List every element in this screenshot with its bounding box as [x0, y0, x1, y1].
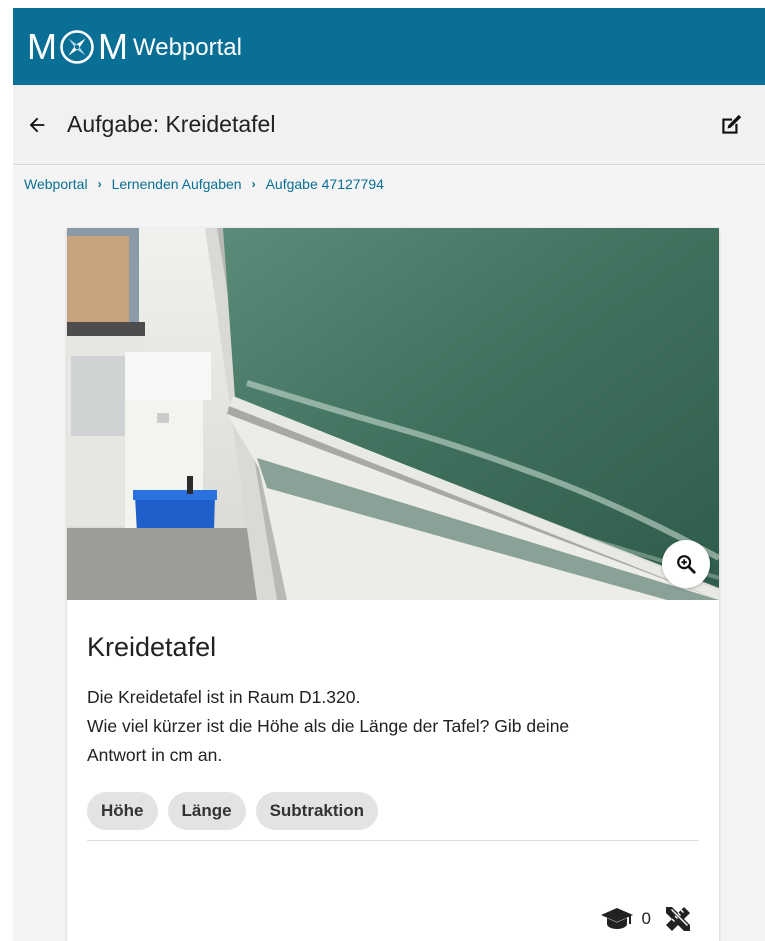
compass-icon: [60, 29, 94, 64]
tag-laenge[interactable]: Länge: [167, 792, 246, 830]
task-title: Kreidetafel: [87, 632, 217, 662]
chevron-right-icon: ›: [97, 177, 102, 191]
page-title: Aufgabe: Kreidetafel: [67, 111, 276, 137]
chalkboard-photo: [67, 228, 719, 600]
card-body: Kreidetafel Die Kreidetafel ist in Raum …: [67, 632, 719, 841]
divider: [87, 840, 699, 841]
title-bar: Aufgabe: Kreidetafel: [13, 85, 765, 165]
breadcrumb: Webportal › Lernenden Aufgaben › Aufgabe…: [13, 165, 765, 203]
logo-letter-m-right: M: [98, 25, 128, 67]
app-bar: M M Webportal: [13, 8, 765, 85]
edit-icon: [722, 114, 742, 134]
tag-hoehe[interactable]: Höhe: [87, 792, 158, 830]
card-footer: 0: [600, 904, 693, 934]
graduation-cap-icon: [600, 908, 633, 929]
tag-list: Höhe Länge Subtraktion: [87, 792, 699, 830]
description-line: Antwort in cm an.: [87, 745, 223, 765]
tag-subtraktion[interactable]: Subtraktion: [255, 792, 379, 830]
edit-button[interactable]: [717, 111, 745, 139]
breadcrumb-aufgabe[interactable]: Aufgabe 47127794: [266, 176, 384, 192]
task-description: Die Kreidetafel ist in Raum D1.320. Wie …: [87, 683, 699, 770]
app-frame: M M Webportal Aufgabe: Kreidetafel Webpo…: [13, 8, 765, 941]
chevron-right-icon: ›: [251, 177, 256, 191]
breadcrumb-lernenden-aufgaben[interactable]: Lernenden Aufgaben: [112, 176, 242, 192]
back-button[interactable]: [23, 111, 51, 139]
logo-letter-m-left: M: [27, 25, 57, 67]
zoom-in-icon: [677, 555, 696, 574]
arrow-left-icon: [29, 117, 45, 132]
breadcrumb-webportal[interactable]: Webportal: [24, 176, 88, 192]
ruler-pencil-icon[interactable]: [663, 904, 693, 934]
task-photo[interactable]: [67, 228, 719, 600]
task-card: Kreidetafel Die Kreidetafel ist in Raum …: [67, 228, 719, 941]
zoom-button[interactable]: [662, 540, 710, 588]
solved-count: 0: [641, 909, 651, 928]
description-line: Wie viel kürzer ist die Höhe als die Län…: [87, 716, 570, 736]
mcm-logo[interactable]: M M: [27, 25, 128, 67]
brand-name: Webportal: [133, 33, 242, 61]
description-line: Die Kreidetafel ist in Raum D1.320.: [87, 687, 361, 707]
